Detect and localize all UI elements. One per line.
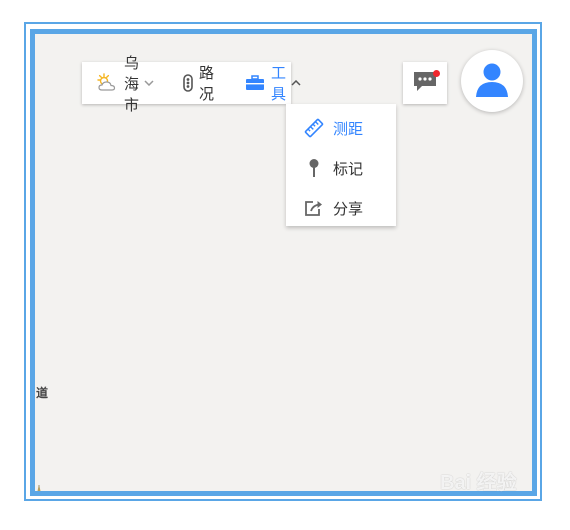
menu-item-mark[interactable]: 标记 bbox=[286, 148, 396, 188]
city-selector[interactable]: 乌海市 bbox=[82, 54, 167, 114]
user-avatar-icon bbox=[472, 59, 512, 103]
menu-item-label: 分享 bbox=[333, 199, 364, 218]
menu-item-share[interactable]: 分享 bbox=[286, 188, 396, 228]
tools-dropdown-menu: 测距 标记 分享 bbox=[286, 104, 396, 226]
map-canvas[interactable]: 道 乌海市 路况 工具 测距 标记 分享 bbox=[35, 34, 532, 491]
traffic-button[interactable]: 路况 bbox=[167, 62, 229, 104]
menu-item-label: 标记 bbox=[333, 159, 364, 178]
chevron-down-icon bbox=[144, 80, 154, 86]
notification-badge bbox=[433, 70, 440, 77]
menu-item-measure-distance[interactable]: 测距 bbox=[286, 108, 396, 148]
pin-icon bbox=[304, 158, 324, 178]
city-name: 乌海市 bbox=[124, 53, 140, 114]
ruler-icon bbox=[304, 118, 324, 138]
traffic-label: 路况 bbox=[199, 64, 215, 103]
tools-button[interactable]: 工具 bbox=[229, 62, 301, 104]
traffic-light-icon bbox=[183, 74, 193, 92]
map-toolbar: 乌海市 路况 工具 bbox=[82, 54, 301, 114]
baidu-jingyan-watermark: Bai 经验 bbox=[440, 472, 517, 494]
messages-button[interactable] bbox=[403, 62, 447, 104]
toolbox-icon bbox=[245, 75, 265, 91]
map-container: 道 乌海市 路况 工具 测距 标记 分享 bbox=[30, 29, 537, 496]
weather-sunny-cloudy-icon bbox=[96, 73, 118, 93]
menu-item-label: 测距 bbox=[333, 119, 364, 138]
map-road-label: 道 bbox=[36, 386, 49, 400]
tools-label: 工具 bbox=[271, 64, 287, 103]
chevron-up-icon bbox=[291, 80, 301, 86]
share-icon bbox=[304, 198, 324, 218]
map-poi-marker-icon bbox=[35, 482, 43, 491]
user-avatar-button[interactable] bbox=[461, 50, 523, 112]
